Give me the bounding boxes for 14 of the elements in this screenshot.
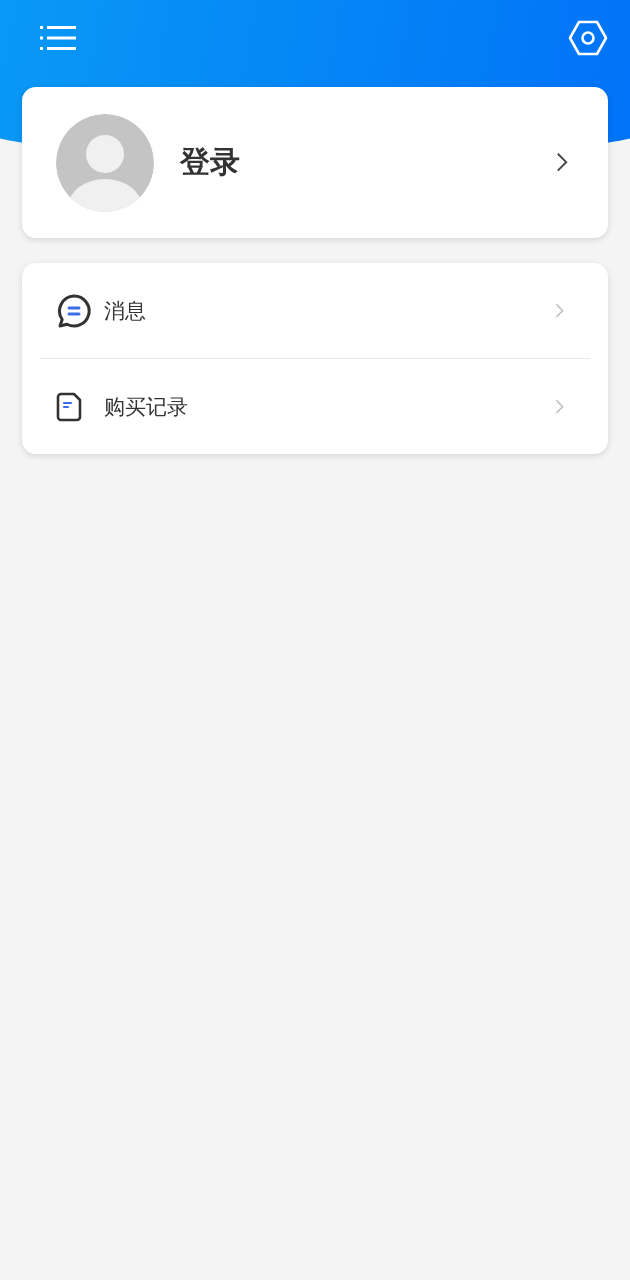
menu-label: 消息 bbox=[104, 297, 146, 325]
menu-item[interactable]: 购买记录 bbox=[40, 359, 590, 454]
chevron-icon bbox=[555, 398, 564, 415]
chat-bubble-icon bbox=[56, 292, 92, 329]
login-label: 登录 bbox=[180, 143, 240, 181]
chevron-icon bbox=[556, 152, 568, 173]
chevron-icon bbox=[555, 302, 564, 319]
avatar-icon bbox=[56, 113, 154, 212]
document-icon bbox=[56, 391, 82, 422]
menu-icon[interactable] bbox=[40, 24, 76, 52]
settings-icon[interactable] bbox=[568, 20, 608, 56]
menu-item[interactable]: 消息 bbox=[40, 263, 590, 358]
profile-card[interactable]: 登录 bbox=[22, 87, 608, 238]
menu-label: 购买记录 bbox=[104, 393, 188, 421]
